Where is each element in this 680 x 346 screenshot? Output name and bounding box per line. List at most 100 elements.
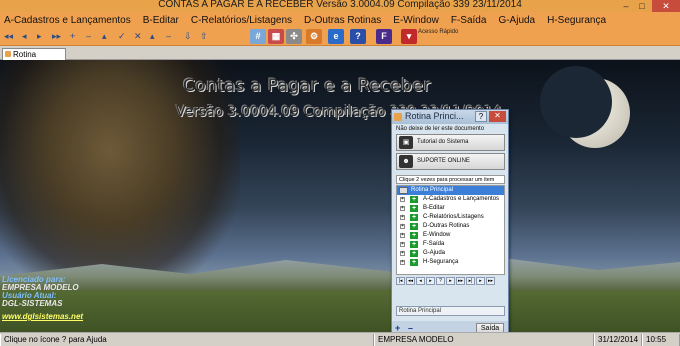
app-title: Contas a Pagar e a Receber: [183, 76, 431, 96]
minimize-button[interactable]: –: [618, 0, 634, 12]
expand-icon[interactable]: +: [400, 224, 405, 229]
confirm-icon[interactable]: ✓: [118, 31, 126, 42]
expand-icon[interactable]: +: [400, 197, 405, 202]
nav-extra-button[interactable]: ▸: [476, 277, 485, 285]
routine-tree: Rotina Principal + + A-Cadastros e Lançame…: [396, 185, 505, 275]
close-button[interactable]: ✕: [652, 0, 680, 12]
last-record-icon[interactable]: ▸▸: [52, 31, 61, 42]
expand-icon[interactable]: +: [400, 242, 405, 247]
status-time: 10:55: [642, 334, 680, 346]
tree-item-label: D-Outras Rotinas: [423, 223, 470, 229]
support-button[interactable]: ☻ SUPORTE ONLINE: [396, 153, 505, 170]
up-arrow-icon[interactable]: ⇧: [200, 31, 208, 42]
first-record-icon[interactable]: ◂◂: [4, 31, 13, 42]
f-app-icon[interactable]: F: [376, 29, 392, 44]
menu-seguranca[interactable]: H-Segurança: [547, 15, 606, 26]
plus-icon: +: [410, 205, 418, 212]
mail-icon[interactable]: ▾: [401, 29, 417, 44]
tab-rotina-principal[interactable]: Rotina Principal: [2, 48, 66, 70]
quick-access-label[interactable]: Acesso Rápido: [418, 29, 458, 36]
menu-editar[interactable]: B-Editar: [143, 15, 179, 26]
tree-root-label: Rotina Principal: [411, 187, 454, 193]
maximize-button[interactable]: □: [634, 0, 650, 12]
grass-image: [0, 290, 680, 332]
tutorial-button[interactable]: ▣ Tutorial do Sistema: [396, 134, 505, 151]
tree-item-ajuda[interactable]: + + G-Ajuda: [397, 249, 504, 258]
plus-icon: +: [410, 196, 418, 203]
moon-shadow: [540, 66, 612, 138]
status-bar: Clique no ícone ? para Ajuda EMPRESA MOD…: [0, 332, 680, 346]
nav-fast-back-button[interactable]: ◂◂: [406, 277, 415, 285]
menu-saida[interactable]: F-Saída: [451, 15, 487, 26]
user-value: DGL-SISTEMAS: [2, 299, 63, 308]
expand-icon[interactable]: +: [400, 260, 405, 265]
plus-icon: +: [410, 223, 418, 230]
nav-first-button[interactable]: |◂: [396, 277, 405, 285]
nav-last-button[interactable]: ▸|: [466, 277, 475, 285]
status-date: 31/12/2014: [594, 334, 642, 346]
menu-cadastros[interactable]: A-Cadastros e Lançamentos: [4, 15, 131, 26]
website-link[interactable]: www.dglsistemas.net: [2, 312, 83, 321]
delete-record-icon[interactable]: –: [86, 31, 91, 41]
expand-icon[interactable]: +: [400, 206, 405, 211]
tree-root-icon: [399, 187, 408, 194]
rotina-principal-panel: Rotina Princi... ? ✕ Não deixe de ler es…: [391, 109, 509, 336]
tree-item-window[interactable]: + + E-Window: [397, 231, 504, 240]
calc-icon[interactable]: #: [250, 29, 266, 44]
expand-icon[interactable]: +: [400, 251, 405, 256]
tools-icon[interactable]: ✣: [286, 29, 302, 44]
panel-help-button[interactable]: ?: [475, 111, 487, 122]
support-icon: ☻: [399, 155, 413, 168]
tree-item-label: G-Ajuda: [423, 250, 446, 256]
tree-item-label: H-Segurança: [423, 259, 459, 265]
tree-item-outras-rotinas[interactable]: + + D-Outras Rotinas: [397, 222, 504, 231]
calendar-icon[interactable]: ▦: [268, 29, 284, 44]
edit-record-icon[interactable]: ▴: [102, 31, 107, 42]
tree-item-relatorios[interactable]: + + C-Relatórios/Listagens: [397, 213, 504, 222]
nav-prev-button[interactable]: ◂: [416, 277, 425, 285]
nav-next-button[interactable]: ▸: [426, 277, 435, 285]
menu-relatorios[interactable]: C-Relatórios/Listagens: [191, 15, 292, 26]
tree-image: [0, 60, 240, 300]
expand-icon[interactable]: +: [400, 215, 405, 220]
plus-icon: +: [410, 241, 418, 248]
plus-icon: +: [410, 214, 418, 221]
add-record-icon[interactable]: +: [70, 31, 75, 41]
panel-nav-bar: |◂ ◂◂ ◂ ▸ ? ▸ ▸▸ ▸| ▸ ▸▸: [396, 277, 505, 285]
plus-icon: +: [410, 250, 418, 257]
prev-record-icon[interactable]: ◂: [22, 31, 27, 42]
tree-root[interactable]: Rotina Principal: [397, 186, 504, 195]
expand-icon[interactable]: +: [400, 233, 405, 238]
toolbar: ◂◂ ◂ ▸ ▸▸ + – ▴ ✓ ✕ ▴ – ⇩ ⇧ # ▦ ✣ ⚙ e ? …: [0, 28, 680, 46]
tree-item-label: C-Relatórios/Listagens: [423, 214, 484, 220]
dash-icon[interactable]: –: [166, 31, 171, 41]
tree-item-editar[interactable]: + + B-Editar: [397, 204, 504, 213]
panel-header[interactable]: Rotina Princi... ? ✕: [392, 110, 508, 124]
settings-icon[interactable]: ⚙: [306, 29, 322, 44]
menu-ajuda[interactable]: G-Ajuda: [498, 15, 535, 26]
tree-item-label: E-Window: [423, 232, 451, 238]
panel-note: Não deixe de ler este documento: [396, 126, 485, 132]
up-icon[interactable]: ▴: [150, 31, 155, 42]
tree-item-seguranca[interactable]: + + H-Segurança: [397, 258, 504, 267]
tutorial-label: Tutorial do Sistema: [417, 139, 469, 145]
plus-icon: +: [410, 232, 418, 239]
panel-hint: Clique 2 vezes para processar um item: [396, 175, 505, 184]
nav-fast-forward-button[interactable]: ▸▸: [456, 277, 465, 285]
nav-step-button[interactable]: ▸: [446, 277, 455, 285]
browser-icon[interactable]: e: [328, 29, 344, 44]
status-hint: Clique no ícone ? para Ajuda: [0, 334, 374, 346]
nav-extra-fast-button[interactable]: ▸▸: [486, 277, 495, 285]
menu-window[interactable]: E-Window: [393, 15, 439, 26]
nav-help-button[interactable]: ?: [436, 277, 445, 285]
tree-item-saida[interactable]: + + F-Saída: [397, 240, 504, 249]
menu-outras-rotinas[interactable]: D-Outras Rotinas: [304, 15, 381, 26]
cancel-icon[interactable]: ✕: [134, 31, 142, 42]
tree-item-label: A-Cadastros e Lançamentos: [423, 196, 500, 202]
help-icon[interactable]: ?: [350, 29, 366, 44]
tree-item-cadastros[interactable]: + + A-Cadastros e Lançamentos: [397, 195, 504, 204]
next-record-icon[interactable]: ▸: [37, 31, 42, 42]
title-bar: CONTAS A PAGAR E A RECEBER Versão 3.0004…: [0, 0, 680, 12]
down-arrow-icon[interactable]: ⇩: [184, 31, 192, 42]
panel-close-button[interactable]: ✕: [489, 111, 506, 122]
